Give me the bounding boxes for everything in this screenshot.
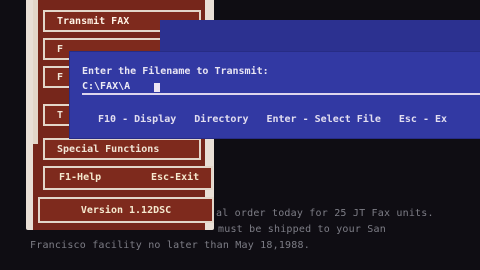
doc-line-1: al order today for 25 JT Fax units. [216,208,434,219]
key-hint-esc[interactable]: Esc - Ex [399,114,447,125]
f1-help-label[interactable]: F1-Help [59,172,101,183]
key-hint-directory[interactable]: Directory [194,114,248,125]
filename-input[interactable] [82,80,480,95]
menu-item-special-functions[interactable]: Special Functions [43,138,201,160]
dialog-prompt: Enter the Filename to Transmit: [82,66,269,77]
transmit-file-dialog: Enter the Filename to Transmit: F10 - Di… [70,52,480,138]
key-hint-enter[interactable]: Enter - Select File [266,114,380,125]
version-label: Version 1.12DSC [38,197,214,223]
text-cursor [154,83,160,92]
dialog-key-hints: F10 - Display Directory Enter - Select Fil… [98,114,465,125]
doc-line-2: must be shipped to your San [218,224,386,235]
esc-exit-label[interactable]: Esc-Exit [151,172,199,183]
help-bar: F1-Help Esc-Exit [43,166,213,190]
menu-left-rail [33,0,38,144]
dialog-backdrop [160,20,480,56]
doc-line-3: Francisco facility no later than May 18,… [30,240,310,251]
key-hint-f10[interactable]: F10 - Display [98,114,176,125]
